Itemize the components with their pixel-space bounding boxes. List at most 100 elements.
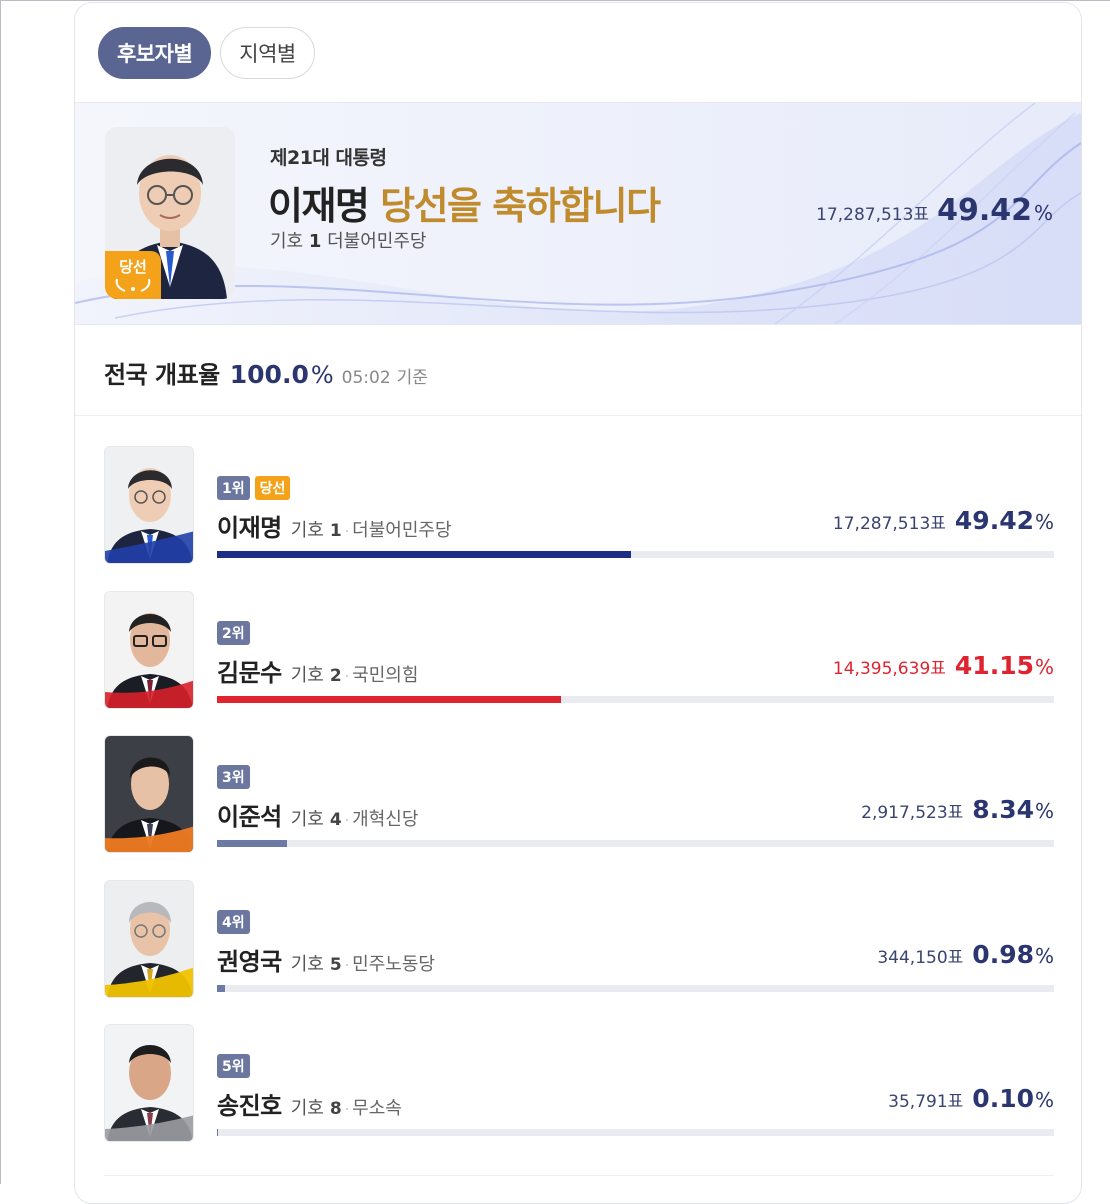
elected-badge: 당선 — [105, 251, 161, 299]
counting-rate: 100.0 — [229, 360, 309, 389]
vote-percent: 0.10 — [972, 1084, 1034, 1113]
candidate-name: 이준석 — [217, 803, 282, 831]
percent-sign: % — [1033, 201, 1053, 225]
candidate-portrait — [104, 735, 194, 853]
window-left-border — [0, 0, 1, 1184]
party-name: 국민의힘 — [352, 665, 419, 686]
candidate-vote-summary: 2,917,523표 8.34 % — [861, 795, 1054, 824]
vote-percent: 8.34 — [972, 795, 1034, 824]
vote-share-bar — [217, 840, 1054, 847]
winner-headline: 이재명 당선을 축하합니다 — [268, 175, 661, 230]
candidate-name: 이재명 — [217, 514, 282, 542]
tab-by-region[interactable]: 지역별 — [220, 27, 315, 79]
vote-share-fill — [217, 985, 226, 992]
vote-share-fill — [217, 840, 287, 847]
candidate-row[interactable]: 5위 송진호 기호 8 · 무소속 35,791표 0.10 % — [75, 1024, 1081, 1149]
separator-dot: · — [344, 813, 350, 829]
vote-count: 35,791표 — [888, 1092, 964, 1112]
candidate-name: 김문수 — [217, 659, 282, 687]
vote-count: 2,917,523표 — [861, 803, 964, 823]
rank-badge: 4위 — [217, 910, 250, 934]
rank-badge: 2위 — [217, 621, 250, 645]
winner-meta: 기호 1 더불어민주당 — [270, 227, 426, 253]
candidate-row[interactable]: 3위 이준석 기호 4 · 개혁신당 2,917,523표 8.34 % — [75, 735, 1081, 860]
symbol-label: 기호 — [290, 809, 324, 830]
candidate-vote-summary: 14,395,639표 41.15 % — [833, 651, 1054, 680]
symbol-number: 4 — [329, 810, 342, 830]
symbol-label: 기호 — [290, 1098, 324, 1119]
party-name: 민주노동당 — [352, 954, 435, 975]
candidate-row[interactable]: 1위 당선 이재명 기호 1 · 더불어민주당 17,287,513표 49.4… — [75, 446, 1081, 571]
party-name: 더불어민주당 — [327, 231, 427, 252]
vote-percent: 49.42 — [937, 193, 1032, 228]
party-name: 개혁신당 — [352, 809, 419, 830]
vote-share-fill — [217, 1129, 218, 1136]
candidate-vote-summary: 17,287,513표 49.42 % — [833, 506, 1054, 535]
election-results-card: 후보자별 지역별 당선 제21대 대통령 이재명 당선을 축하합니다 기호 1 … — [74, 2, 1082, 1204]
percent-sign: % — [1034, 1088, 1054, 1112]
candidate-row[interactable]: 4위 권영국 기호 5 · 민주노동당 344,150표 0.98 % — [75, 880, 1081, 1005]
vote-share-bar — [217, 696, 1054, 703]
vote-count: 17,287,513표 — [816, 205, 930, 225]
symbol-label: 기호 — [290, 665, 324, 686]
winner-banner: 당선 제21대 대통령 이재명 당선을 축하합니다 기호 1 더불어민주당 17… — [75, 102, 1081, 325]
counting-reference: 기준 — [396, 368, 428, 388]
percent-sign: % — [1034, 799, 1054, 823]
election-title: 제21대 대통령 — [270, 147, 387, 169]
candidate-row[interactable]: 2위 김문수 기호 2 · 국민의힘 14,395,639표 41.15 % — [75, 591, 1081, 716]
window-top-border — [0, 0, 1110, 1]
counting-progress: 전국 개표율 100.0 % 05:02 기준 — [104, 355, 428, 390]
vote-percent: 41.15 — [954, 651, 1034, 680]
candidate-portrait — [104, 446, 194, 564]
vote-percent: 0.98 — [972, 940, 1034, 969]
vote-share-bar — [217, 551, 1054, 558]
counting-percent-sign: % — [310, 361, 334, 389]
list-end-divider — [104, 1175, 1054, 1176]
elected-badge-label: 당선 — [119, 258, 147, 276]
separator-dot: · — [344, 958, 350, 974]
laurel-icon — [115, 278, 151, 292]
view-tabs: 후보자별 지역별 — [98, 27, 315, 79]
symbol-number: 5 — [329, 955, 342, 975]
rank-badge: 3위 — [217, 765, 250, 789]
symbol-label: 기호 — [290, 954, 324, 975]
symbol-label: 기호 — [290, 520, 324, 541]
elected-tag: 당선 — [254, 476, 291, 500]
candidate-portrait — [104, 591, 194, 709]
candidate-name: 권영국 — [217, 948, 282, 976]
candidate-name: 송진호 — [217, 1092, 282, 1120]
vote-share-fill — [217, 551, 631, 558]
percent-sign: % — [1034, 510, 1054, 534]
rank-badge: 5위 — [217, 1054, 250, 1078]
vote-percent: 49.42 — [954, 506, 1034, 535]
symbol-label: 기호 — [270, 231, 304, 252]
candidate-portrait — [104, 1024, 194, 1142]
tab-by-candidate[interactable]: 후보자별 — [98, 27, 212, 79]
separator-dot: · — [344, 524, 350, 540]
congratulation-message: 당선을 축하합니다 — [380, 184, 661, 228]
candidate-vote-summary: 344,150표 0.98 % — [877, 940, 1054, 969]
symbol-number: 2 — [329, 666, 342, 686]
winner-name: 이재명 — [268, 184, 370, 228]
counting-label: 전국 개표율 — [104, 361, 220, 389]
separator-dot: · — [344, 1102, 350, 1118]
candidate-portrait — [104, 880, 194, 998]
party-name: 무소속 — [352, 1098, 402, 1119]
symbol-number: 1 — [308, 231, 322, 252]
vote-share-bar — [217, 1129, 1054, 1136]
winner-portrait: 당선 — [105, 127, 235, 299]
vote-share-bar — [217, 985, 1054, 992]
symbol-number: 8 — [329, 1099, 342, 1119]
section-divider — [75, 415, 1081, 416]
counting-time: 05:02 — [341, 368, 391, 388]
vote-count: 17,287,513표 — [832, 514, 946, 534]
vote-count: 344,150표 — [877, 948, 964, 968]
separator-dot: · — [344, 669, 350, 685]
party-name: 더불어민주당 — [352, 520, 452, 541]
candidate-vote-summary: 35,791표 0.10 % — [888, 1084, 1054, 1113]
vote-share-fill — [217, 696, 562, 703]
winner-vote-summary: 17,287,513표 49.42 % — [816, 193, 1053, 228]
symbol-number: 1 — [329, 521, 342, 541]
percent-sign: % — [1034, 655, 1054, 679]
vote-count: 14,395,639표 — [832, 659, 946, 679]
